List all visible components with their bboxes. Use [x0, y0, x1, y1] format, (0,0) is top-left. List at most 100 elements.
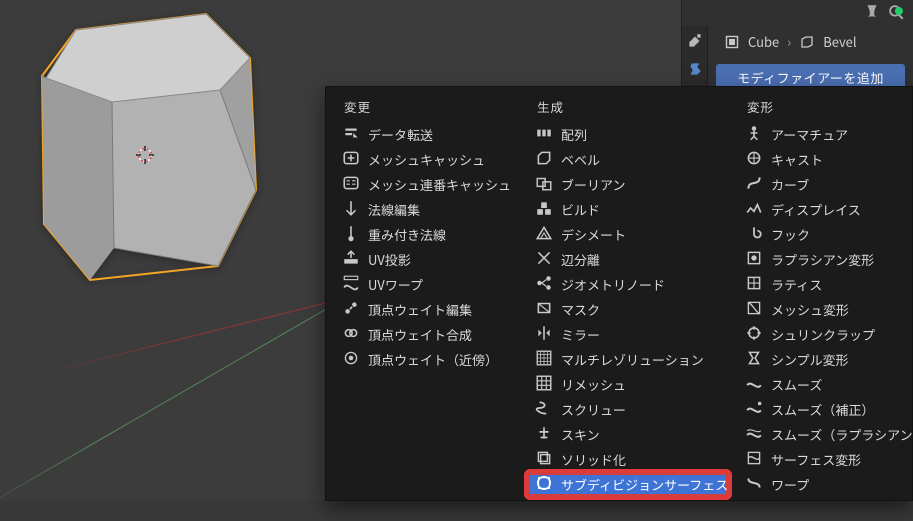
build-icon: [535, 199, 553, 221]
menu-item-label: ブーリアン: [561, 175, 625, 194]
menu-item-displace[interactable]: ディスプレイス: [737, 197, 897, 222]
menu-item-surfacedeform[interactable]: サーフェス変形: [737, 447, 897, 472]
menu-item-label: メッシュ変形: [771, 300, 849, 319]
menu-item-curve[interactable]: カーブ: [737, 172, 897, 197]
meshdeform-icon: [745, 299, 763, 321]
menu-item-label: キャスト: [771, 150, 823, 169]
menu-item-label: 辺分離: [561, 250, 600, 269]
menu-item-data[interactable]: データ転送: [334, 122, 519, 147]
menu-item-subsurf[interactable]: サブディビジョンサーフェス: [527, 472, 729, 497]
menu-item-label: ワープ: [771, 475, 809, 494]
menu-item-label: 配列: [561, 125, 587, 144]
simpledeform-icon: [745, 349, 763, 371]
menu-column-1: 生成配列ベベルブーリアンビルドデシメート辺分離ジオメトリノードマスクミラーマルチ…: [523, 93, 733, 492]
menu-item-bevel[interactable]: ベベル: [527, 147, 729, 172]
menu-item-smoothcorr[interactable]: スムーズ（補正）: [737, 397, 897, 422]
menu-item-label: リメッシュ: [561, 375, 626, 394]
multires-icon: [535, 349, 553, 371]
menu-column-header: 変更: [334, 93, 519, 122]
breadcrumb-object-name[interactable]: Cube: [748, 32, 779, 51]
menu-item-screw[interactable]: スクリュー: [527, 397, 729, 422]
menu-column-header: 生成: [527, 93, 729, 122]
menu-item-cast[interactable]: キャスト: [737, 147, 897, 172]
menu-item-label: ラプラシアン変形: [771, 250, 874, 269]
modifiers-tab-icon[interactable]: [686, 60, 704, 78]
menu-column-0: 変更データ転送メッシュキャッシュメッシュ連番キャッシュ法線編集重み付き法線UV投…: [330, 93, 523, 492]
menu-item-lattice[interactable]: ラティス: [737, 272, 897, 297]
menu-item-label: スムーズ: [771, 375, 822, 394]
armature-icon: [745, 124, 763, 146]
boolean-icon: [535, 174, 553, 196]
skin-icon: [535, 424, 553, 446]
vwprox-icon: [342, 349, 360, 371]
add-modifier-menu: 変更データ転送メッシュキャッシュメッシュ連番キャッシュ法線編集重み付き法線UV投…: [325, 86, 913, 501]
menu-item-label: 頂点ウェイト合成: [368, 325, 472, 344]
menu-item-label: 頂点ウェイト編集: [368, 300, 472, 319]
menu-column-header: 変形: [737, 93, 897, 122]
menu-item-label: ミラー: [561, 325, 600, 344]
menu-item-solidify[interactable]: ソリッド化: [527, 447, 729, 472]
menu-item-label: ビルド: [561, 200, 600, 219]
menu-item-build[interactable]: ビルド: [527, 197, 729, 222]
menu-item-remesh[interactable]: リメッシュ: [527, 372, 729, 397]
menu-item-boolean[interactable]: ブーリアン: [527, 172, 729, 197]
menu-item-label: スクリュー: [561, 400, 626, 419]
menu-item-skin[interactable]: スキン: [527, 422, 729, 447]
mesh-cube-icon: [724, 34, 740, 50]
menu-item-warp[interactable]: ワープ: [737, 472, 897, 497]
menu-item-label: メッシュキャッシュ: [368, 150, 485, 169]
menu-item-multires[interactable]: マルチレゾリューション: [527, 347, 729, 372]
menu-item-label: スキン: [561, 425, 600, 444]
tool-tab-icon[interactable]: [686, 32, 704, 50]
add-modifier-label: モディファイアーを追加: [737, 68, 884, 87]
solidify-icon: [535, 449, 553, 471]
menu-item-label: ラティス: [771, 275, 822, 294]
menu-item-weightnormal[interactable]: 重み付き法線: [334, 222, 519, 247]
menu-item-mask[interactable]: マスク: [527, 297, 729, 322]
menu-item-mirror[interactable]: ミラー: [527, 322, 729, 347]
breadcrumb-modifier-name[interactable]: Bevel: [823, 32, 856, 51]
geonodes-icon: [535, 274, 553, 296]
menu-item-meshcache[interactable]: メッシュキャッシュ: [334, 147, 519, 172]
array-icon: [535, 124, 553, 146]
menu-item-label: ジオメトリノード: [561, 275, 665, 294]
menu-item-meshdeform[interactable]: メッシュ変形: [737, 297, 897, 322]
menu-item-shrinkwrap[interactable]: シュリンクラップ: [737, 322, 897, 347]
normal-icon: [342, 199, 360, 221]
menu-item-label: シンプル変形: [771, 350, 849, 369]
surfacedeform-icon: [745, 449, 763, 471]
menu-item-uvproj[interactable]: UV投影: [334, 247, 519, 272]
menu-item-decimate[interactable]: デシメート: [527, 222, 729, 247]
smoothcorr-icon: [745, 399, 763, 421]
menu-item-label: フック: [771, 225, 810, 244]
menu-item-normal[interactable]: 法線編集: [334, 197, 519, 222]
curve-icon: [745, 174, 763, 196]
menu-item-vwprox[interactable]: 頂点ウェイト（近傍）: [334, 347, 519, 372]
mirror-icon: [535, 324, 553, 346]
menu-item-label: 法線編集: [368, 200, 420, 219]
chevron-right-icon: ›: [787, 32, 791, 51]
menu-item-label: 頂点ウェイト（近傍）: [368, 350, 498, 369]
menu-item-label: ディスプレイス: [771, 200, 861, 219]
menu-item-armature[interactable]: アーマチュア: [737, 122, 897, 147]
subsurf-icon: [535, 474, 553, 496]
menu-item-smoothlap[interactable]: スムーズ（ラプラシアン）: [737, 422, 897, 447]
menu-item-simpledeform[interactable]: シンプル変形: [737, 347, 897, 372]
menu-item-smooth[interactable]: スムーズ: [737, 372, 897, 397]
menu-item-array[interactable]: 配列: [527, 122, 729, 147]
menu-item-edgesplit[interactable]: 辺分離: [527, 247, 729, 272]
menu-item-vwedit[interactable]: 頂点ウェイト編集: [334, 297, 519, 322]
menu-item-vwmix[interactable]: 頂点ウェイト合成: [334, 322, 519, 347]
menu-item-uvwarp[interactable]: UVワープ: [334, 272, 519, 297]
bevel-icon: [799, 34, 815, 50]
laplacian-icon: [745, 249, 763, 271]
menu-item-meshseq[interactable]: メッシュ連番キャッシュ: [334, 172, 519, 197]
remesh-icon: [535, 374, 553, 396]
menu-item-geonodes[interactable]: ジオメトリノード: [527, 272, 729, 297]
menu-item-hook[interactable]: フック: [737, 222, 897, 247]
lattice-icon: [745, 274, 763, 296]
screw-icon: [535, 399, 553, 421]
menu-item-laplacian[interactable]: ラプラシアン変形: [737, 247, 897, 272]
menu-item-label: UVワープ: [368, 275, 423, 294]
pin-icon[interactable]: [863, 3, 881, 21]
